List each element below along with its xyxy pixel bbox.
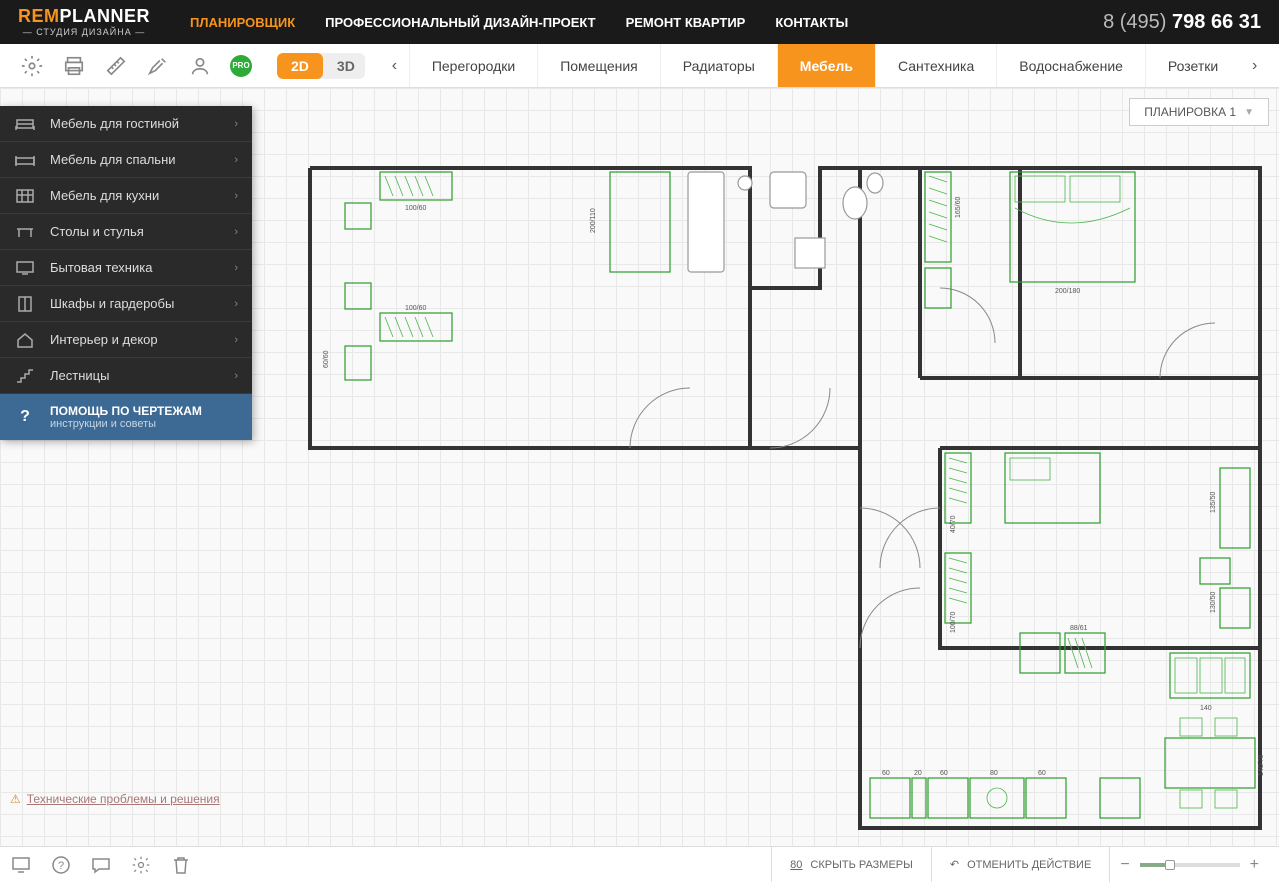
logo-sub: — СТУДИЯ ДИЗАЙНА — [18, 27, 150, 37]
chat-icon[interactable] [90, 854, 112, 876]
svg-text:60/60: 60/60 [323, 350, 330, 368]
stairs-icon [14, 365, 36, 387]
sidebar-help[interactable]: ? ПОМОЩЬ ПО ЧЕРТЕЖАМ инструкции и советы [0, 394, 252, 440]
floor-plan[interactable]: 100/60 100/60 60/60 200/110 165/60 200/1… [300, 158, 1270, 838]
tab-water[interactable]: Водоснабжение [996, 44, 1145, 87]
home-icon [14, 329, 36, 351]
hide-dimensions-button[interactable]: 80 СКРЫТЬ РАЗМЕРЫ [771, 847, 931, 882]
svg-text:130/50: 130/50 [1210, 591, 1217, 613]
tab-radiators[interactable]: Радиаторы [660, 44, 777, 87]
view-toggle: 2D 3D [277, 53, 365, 79]
svg-text:165/60: 165/60 [955, 196, 962, 218]
sidebar-item-tables[interactable]: Столы и стулья › [0, 214, 252, 250]
tech-issues-link[interactable]: ⚠ Технические проблемы и решения [10, 792, 220, 806]
tab-rooms[interactable]: Помещения [537, 44, 660, 87]
logo-rem: REM [18, 6, 60, 26]
furniture-sidebar: Мебель для гостиной › Мебель для спальни… [0, 106, 252, 440]
dimensions-icon: 80 [790, 859, 802, 871]
sofa-icon [14, 113, 36, 135]
svg-text:100/60: 100/60 [405, 205, 427, 212]
tv-icon [14, 257, 36, 279]
sidebar-item-wardrobes[interactable]: Шкафы и гардеробы › [0, 286, 252, 322]
help-icon[interactable]: ? [50, 854, 72, 876]
nav-planner[interactable]: ПЛАНИРОВЩИК [190, 15, 295, 30]
undo-button[interactable]: ↶ ОТМЕНИТЬ ДЕЙСТВИЕ [931, 847, 1109, 882]
kitchen-icon [14, 185, 36, 207]
sidebar-item-bedroom[interactable]: Мебель для спальни › [0, 142, 252, 178]
screen-icon[interactable] [10, 854, 32, 876]
view-3d[interactable]: 3D [323, 53, 365, 79]
svg-text:200/180: 200/180 [1055, 288, 1080, 295]
table-icon [14, 221, 36, 243]
svg-text:?: ? [58, 860, 64, 872]
chevron-right-icon: › [234, 262, 238, 274]
nav-design[interactable]: ПРОФЕССИОНАЛЬНЫЙ ДИЗАЙН-ПРОЕКТ [325, 15, 595, 30]
tab-furniture[interactable]: Мебель [777, 44, 875, 87]
svg-text:140/76: 140/76 [1258, 754, 1265, 776]
svg-text:200/110: 200/110 [590, 208, 597, 233]
sidebar-item-decor[interactable]: Интерьер и декор › [0, 322, 252, 358]
tab-partitions[interactable]: Перегородки [409, 44, 537, 87]
view-2d[interactable]: 2D [277, 53, 323, 79]
chevron-right-icon: › [234, 334, 238, 346]
zoom-slider[interactable] [1140, 863, 1240, 867]
svg-text:100/60: 100/60 [405, 305, 427, 312]
ruler-icon[interactable] [104, 54, 128, 78]
logo-planner: PLANNER [60, 6, 151, 26]
sidebar-item-stairs[interactable]: Лестницы › [0, 358, 252, 394]
svg-text:140: 140 [1200, 705, 1212, 712]
bed-icon [14, 149, 36, 171]
bottom-bar: ? 80 СКРЫТЬ РАЗМЕРЫ ↶ ОТМЕНИТЬ ДЕЙСТВИЕ … [0, 846, 1279, 882]
pro-badge[interactable]: PRO [230, 55, 252, 77]
settings-icon[interactable] [20, 54, 44, 78]
phone-number[interactable]: 8 (495) 798 66 31 [1103, 11, 1261, 34]
svg-text:60: 60 [1038, 770, 1046, 777]
nav-contacts[interactable]: КОНТАКТЫ [775, 15, 848, 30]
chevron-down-icon: ▼ [1244, 107, 1254, 118]
nav-repair[interactable]: РЕМОНТ КВАРТИР [626, 15, 746, 30]
question-icon: ? [14, 406, 36, 428]
trash-icon[interactable] [170, 854, 192, 876]
undo-icon: ↶ [950, 858, 959, 871]
svg-text:60: 60 [882, 770, 890, 777]
gear-icon[interactable] [130, 854, 152, 876]
print-icon[interactable] [62, 54, 86, 78]
svg-text:60: 60 [940, 770, 948, 777]
svg-text:20: 20 [914, 770, 922, 777]
chevron-right-icon: › [234, 118, 238, 130]
svg-text:135/50: 135/50 [1210, 491, 1217, 513]
logo[interactable]: REMPLANNER — СТУДИЯ ДИЗАЙНА — [18, 7, 150, 37]
chevron-right-icon: › [234, 190, 238, 202]
tabs-next-icon[interactable]: › [1240, 57, 1269, 75]
main-nav: ПЛАНИРОВЩИК ПРОФЕССИОНАЛЬНЫЙ ДИЗАЙН-ПРОЕ… [190, 15, 1103, 30]
svg-text:80: 80 [990, 770, 998, 777]
warning-icon: ⚠ [10, 792, 21, 806]
tab-plumbing[interactable]: Сантехника [875, 44, 996, 87]
tools-icon[interactable] [146, 54, 170, 78]
chevron-right-icon: › [234, 226, 238, 238]
canvas[interactable]: ПЛАНИРОВКА 1 ▼ Мебель для гостиной › Меб… [0, 88, 1279, 846]
sidebar-item-appliances[interactable]: Бытовая техника › [0, 250, 252, 286]
wardrobe-icon [14, 293, 36, 315]
zoom-in-button[interactable]: + [1250, 856, 1259, 874]
toolbar: PRO 2D 3D ‹ Перегородки Помещения Радиат… [0, 44, 1279, 88]
chevron-right-icon: › [234, 370, 238, 382]
svg-text:100/70: 100/70 [950, 611, 957, 633]
tab-sockets[interactable]: Розетки [1145, 44, 1240, 87]
chevron-right-icon: › [234, 154, 238, 166]
svg-text:40/70: 40/70 [950, 515, 957, 533]
sidebar-item-kitchen[interactable]: Мебель для кухни › [0, 178, 252, 214]
zoom-control: − + [1109, 847, 1269, 882]
worker-icon[interactable] [188, 54, 212, 78]
plan-dropdown[interactable]: ПЛАНИРОВКА 1 ▼ [1129, 98, 1269, 126]
tabs-prev-icon[interactable]: ‹ [380, 51, 409, 81]
chevron-right-icon: › [234, 298, 238, 310]
tab-strip: Перегородки Помещения Радиаторы Мебель С… [409, 44, 1240, 87]
zoom-out-button[interactable]: − [1120, 856, 1129, 874]
sidebar-item-living[interactable]: Мебель для гостиной › [0, 106, 252, 142]
svg-text:88/61: 88/61 [1070, 625, 1088, 632]
header: REMPLANNER — СТУДИЯ ДИЗАЙНА — ПЛАНИРОВЩИ… [0, 0, 1279, 44]
